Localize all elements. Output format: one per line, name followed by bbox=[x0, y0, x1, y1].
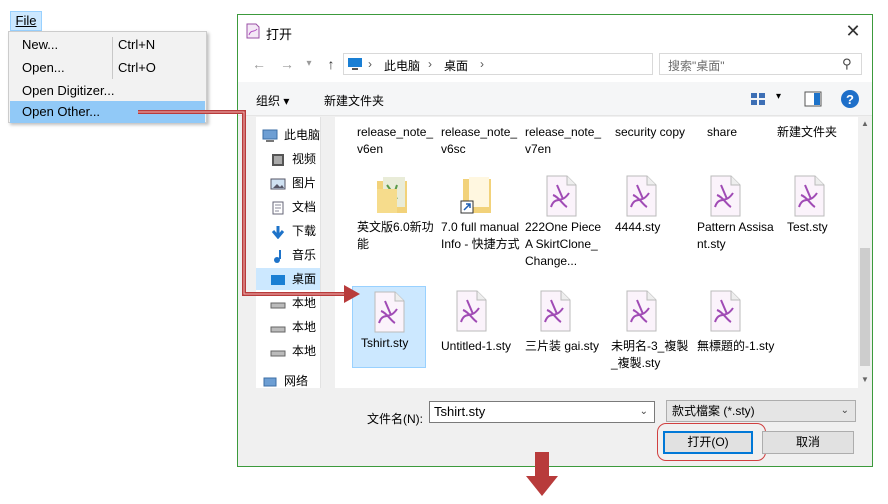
annotation-arrowhead bbox=[344, 285, 360, 303]
down-arrow-shaft bbox=[535, 452, 549, 478]
down-arrow-icon bbox=[526, 476, 558, 496]
annotation-arrow-line bbox=[138, 110, 346, 296]
annotation-arrows bbox=[138, 110, 558, 496]
